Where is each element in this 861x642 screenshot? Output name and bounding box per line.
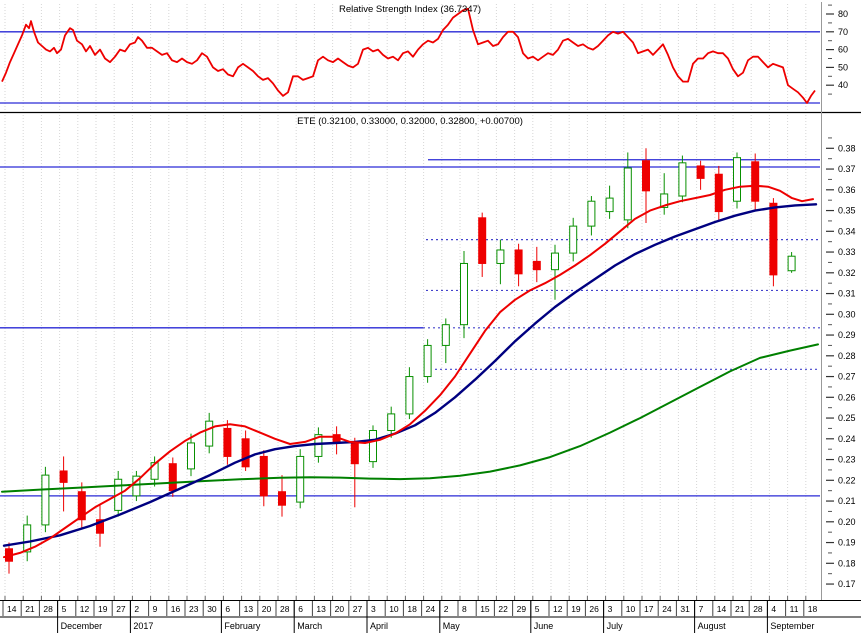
candle-week-37 [678, 155, 687, 203]
week-label: 10 [389, 604, 399, 614]
week-label: 22 [498, 604, 508, 614]
week-label: 17 [644, 604, 654, 614]
right-axis: 80 70 60 50 40 0.38 0.37 0.36 0.35 0.34 0.33 0.32 0.… [821, 2, 856, 600]
svg-text:0.32: 0.32 [838, 268, 856, 278]
svg-text:80: 80 [838, 9, 848, 19]
week-label: 16 [171, 604, 181, 614]
week-label: 6 [225, 604, 230, 614]
candle-week-25 [460, 251, 468, 339]
svg-text:40: 40 [838, 80, 848, 90]
week-label: 30 [207, 604, 217, 614]
svg-text:0.25: 0.25 [838, 413, 856, 423]
week-label: 5 [535, 604, 540, 614]
week-label: 14 [717, 604, 727, 614]
week-label: 27 [353, 604, 363, 614]
week-label: 5 [62, 604, 67, 614]
candle-week-2 [41, 466, 50, 533]
candle-week-42 [769, 198, 778, 287]
month-label: June [534, 621, 554, 631]
week-label: 3 [371, 604, 376, 614]
svg-text:0.33: 0.33 [838, 247, 856, 257]
month-label: March [297, 621, 322, 631]
week-label: 28 [280, 604, 290, 614]
plot-areas[interactable] [0, 0, 820, 600]
month-label: September [770, 621, 814, 631]
svg-text:0.21: 0.21 [838, 496, 856, 506]
week-label: 2 [134, 604, 139, 614]
week-label: 28 [753, 604, 763, 614]
week-label: 13 [244, 604, 254, 614]
svg-text:0.22: 0.22 [838, 475, 856, 485]
week-label: 12 [80, 604, 90, 614]
svg-text:0.26: 0.26 [838, 392, 856, 402]
week-label: 14 [7, 604, 17, 614]
svg-text:0.17: 0.17 [838, 579, 856, 589]
svg-text:0.19: 0.19 [838, 538, 856, 548]
svg-text:0.23: 0.23 [838, 455, 856, 465]
svg-text:0.35: 0.35 [838, 206, 856, 216]
week-label: 19 [98, 604, 108, 614]
month-label: August [698, 621, 727, 631]
week-label: 20 [262, 604, 272, 614]
candle-week-16 [296, 449, 305, 509]
month-label: April [370, 621, 388, 631]
week-label: 12 [553, 604, 563, 614]
candle-week-23 [423, 339, 432, 383]
week-label: 18 [808, 604, 818, 614]
week-label: 15 [480, 604, 490, 614]
week-label: 28 [43, 604, 53, 614]
svg-text:0.37: 0.37 [838, 164, 856, 174]
week-label: 31 [680, 604, 690, 614]
week-label: 18 [407, 604, 417, 614]
week-label: 26 [589, 604, 599, 614]
chart-canvas[interactable]: 80 70 60 50 40 0.38 0.37 0.36 0.35 0.34 0.33 0.32 0.… [0, 0, 861, 642]
svg-text:0.36: 0.36 [838, 185, 856, 195]
candle-week-41 [751, 153, 760, 210]
week-label: 23 [189, 604, 199, 614]
month-label: May [443, 621, 461, 631]
week-label: 3 [608, 604, 613, 614]
week-label: 19 [571, 604, 581, 614]
month-label: July [607, 621, 624, 631]
svg-text:70: 70 [838, 27, 848, 37]
month-label: 2017 [133, 621, 153, 631]
stock-chart-window: 80 70 60 50 40 0.38 0.37 0.36 0.35 0.34 0.33 0.32 0.… [0, 0, 861, 642]
week-label: 2 [444, 604, 449, 614]
date-axis: 14 21 28 5 12 19 27 2 9 16 23 30 6 13 20 28 6 13 20 27 3 10 18… [0, 596, 861, 633]
svg-text:50: 50 [838, 62, 848, 72]
week-label: 11 [790, 604, 799, 614]
svg-text:0.34: 0.34 [838, 226, 856, 236]
svg-text:0.28: 0.28 [838, 351, 856, 361]
week-label: 27 [116, 604, 126, 614]
svg-text:0.31: 0.31 [838, 289, 856, 299]
candle-week-40 [733, 152, 741, 209]
month-label: December [61, 621, 103, 631]
week-label: 21 [25, 604, 35, 614]
week-label: 6 [298, 604, 303, 614]
candle-week-20 [369, 425, 377, 468]
week-label: 7 [699, 604, 704, 614]
week-label: 24 [426, 604, 436, 614]
svg-text:0.20: 0.20 [838, 517, 856, 527]
month-label: February [224, 621, 261, 631]
week-label: 8 [462, 604, 467, 614]
week-label: 9 [153, 604, 158, 614]
week-label: 29 [517, 604, 527, 614]
svg-text:0.24: 0.24 [838, 434, 856, 444]
svg-text:0.30: 0.30 [838, 309, 856, 319]
week-label: 20 [335, 604, 345, 614]
svg-text:60: 60 [838, 45, 848, 55]
week-label: 24 [662, 604, 672, 614]
svg-text:0.27: 0.27 [838, 372, 856, 382]
week-label: 13 [316, 604, 326, 614]
week-label: 4 [771, 604, 776, 614]
week-label: 21 [735, 604, 745, 614]
svg-text:0.18: 0.18 [838, 558, 856, 568]
week-label: 10 [626, 604, 636, 614]
svg-text:0.29: 0.29 [838, 330, 856, 340]
svg-text:0.38: 0.38 [838, 143, 856, 153]
